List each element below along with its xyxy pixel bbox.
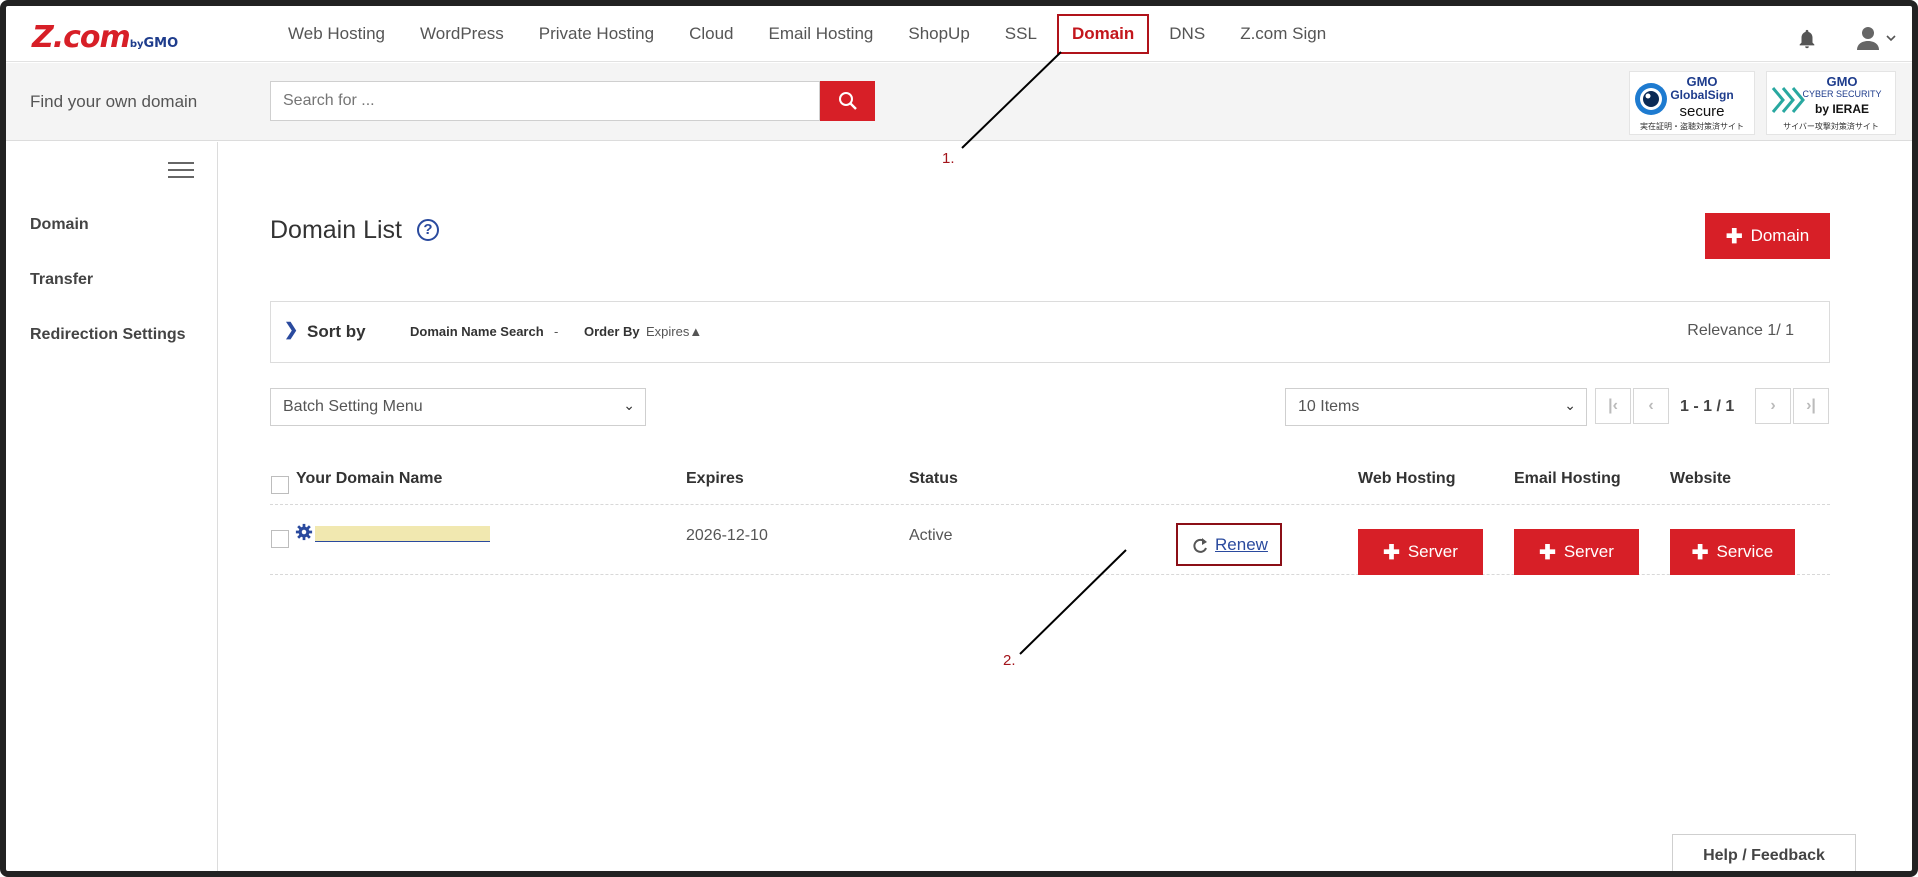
annotation-1: 1. bbox=[942, 150, 955, 167]
annotation-2: 2. bbox=[1003, 652, 1016, 669]
annotation-lines bbox=[961, 51, 1127, 655]
